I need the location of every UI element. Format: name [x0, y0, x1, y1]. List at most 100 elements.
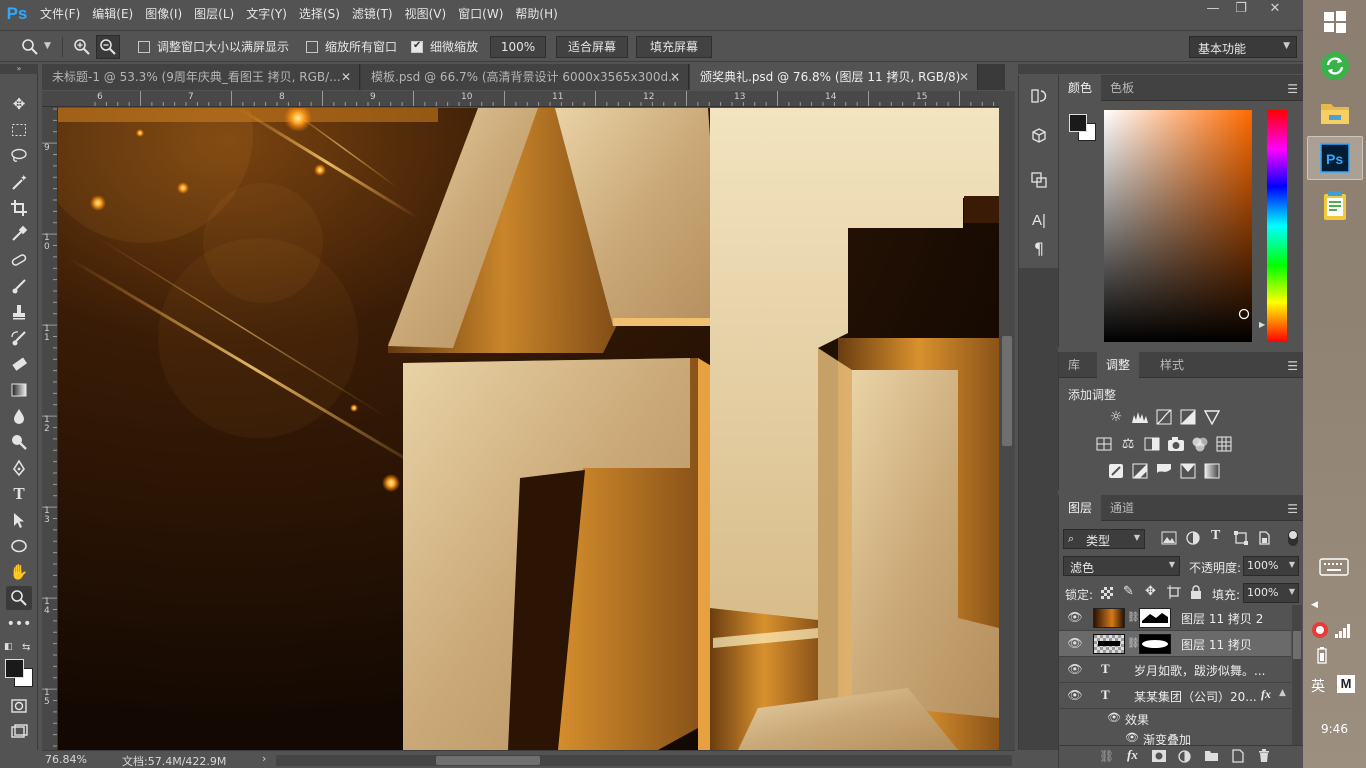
quick-mask-icon[interactable] — [6, 694, 32, 718]
menu-filter[interactable]: 滤镜(T) — [346, 0, 399, 28]
eraser-icon[interactable] — [6, 352, 32, 376]
swap-colors-icon[interactable]: ⇆ — [22, 642, 30, 653]
close-icon[interactable]: ✕ — [341, 64, 351, 90]
fill-screen-button[interactable]: 填充屏幕 — [636, 36, 712, 58]
menu-view[interactable]: 视图(V) — [399, 0, 453, 28]
doc-tab-untitled[interactable]: 未标题-1 @ 53.3% (9周年庆典_看图王 拷贝, RGB/... ✕ — [42, 64, 360, 90]
notepad-app-icon[interactable] — [1307, 184, 1363, 228]
fx-icon[interactable]: fx — [1261, 687, 1271, 702]
vibrance-icon[interactable] — [1201, 406, 1223, 428]
status-arrow-icon[interactable]: › — [262, 752, 266, 765]
stamp-icon[interactable] — [6, 300, 32, 324]
scrollbar-thumb[interactable] — [1293, 631, 1301, 659]
crop-icon[interactable] — [6, 196, 32, 220]
filter-type-icon[interactable]: T — [1211, 528, 1220, 544]
zoom-level[interactable]: 76.84% — [45, 753, 87, 766]
menu-edit[interactable]: 编辑(E) — [86, 0, 139, 28]
tab-adjustments[interactable]: 调整 — [1097, 352, 1140, 378]
marquee-icon[interactable] — [6, 118, 32, 142]
link-layers-icon[interactable]: ⛓ — [1099, 749, 1114, 763]
menu-image[interactable]: 图像(I) — [139, 0, 188, 28]
effects-row[interactable]: 👁 效果 — [1059, 709, 1291, 729]
resize-windows-checkbox[interactable] — [138, 39, 150, 53]
paragraph-panel-icon[interactable]: ¶ — [1027, 236, 1051, 260]
magic-wand-icon[interactable]: ✦ — [6, 170, 32, 194]
effects-eye-icon[interactable]: 👁 — [1107, 711, 1121, 724]
panel-menu-icon[interactable]: ☰ — [1287, 359, 1298, 373]
blend-mode-select[interactable]: 滤色 ▼ — [1063, 556, 1180, 576]
blur-icon[interactable] — [6, 404, 32, 428]
invert-icon[interactable] — [1105, 460, 1127, 482]
ime-language[interactable]: 英 — [1311, 676, 1325, 696]
tab-color[interactable]: 颜色 — [1059, 75, 1102, 101]
new-group-icon[interactable] — [1204, 749, 1219, 765]
close-icon[interactable]: ✕ — [670, 64, 680, 90]
tab-libraries[interactable]: 库 — [1059, 352, 1089, 378]
curves-icon[interactable] — [1153, 406, 1175, 428]
lock-all-icon[interactable] — [1190, 585, 1202, 602]
move-icon[interactable]: ✥ — [6, 92, 32, 116]
healing-icon[interactable] — [6, 248, 32, 272]
panel-collapse-bar[interactable] — [1018, 64, 1058, 74]
menu-type[interactable]: 文字(Y) — [240, 0, 293, 28]
filter-toggle[interactable] — [1288, 530, 1298, 546]
layers-scrollbar[interactable] — [1292, 605, 1302, 745]
collapse-icon[interactable]: » — [0, 64, 38, 74]
checkbox-box[interactable] — [138, 40, 150, 53]
zoom-in-icon[interactable] — [70, 35, 94, 59]
canvas-horizontal-scrollbar[interactable] — [276, 755, 1012, 766]
delete-layer-icon[interactable] — [1258, 749, 1270, 766]
history-brush-icon[interactable] — [6, 326, 32, 350]
effect-item-row[interactable]: 👁 渐变叠加 — [1059, 729, 1291, 745]
effect-eye-icon[interactable]: 👁 — [1125, 731, 1139, 744]
hue-saturation-icon[interactable] — [1093, 433, 1115, 455]
history-panel-icon[interactable] — [1027, 84, 1051, 108]
add-mask-icon[interactable] — [1152, 750, 1166, 765]
scrubby-zoom-checkbox[interactable] — [411, 39, 423, 53]
canvas-vertical-scrollbar[interactable] — [999, 91, 1015, 750]
3d-panel-icon[interactable] — [1027, 124, 1051, 148]
battery-icon[interactable] — [1317, 646, 1327, 667]
checkbox-box[interactable] — [306, 40, 318, 53]
hand-icon[interactable]: ✋ — [6, 560, 32, 584]
layer-mask-thumbnail[interactable] — [1139, 608, 1171, 628]
fill-input[interactable]: 100% ▼ — [1243, 583, 1299, 603]
brightness-contrast-icon[interactable]: ☼ — [1105, 406, 1127, 428]
hue-marker-icon[interactable]: ▶ — [1259, 320, 1265, 329]
zoom-out-icon[interactable] — [96, 35, 120, 59]
visibility-eye-icon[interactable]: 👁 — [1067, 688, 1083, 704]
close-icon[interactable]: ✕ — [959, 64, 969, 90]
gradient-map-icon[interactable] — [1201, 460, 1223, 482]
layer-row[interactable]: 👁 T 某某集团（公司）20... fx ▲ — [1059, 683, 1291, 709]
menu-file[interactable]: 文件(F) — [34, 0, 86, 28]
threshold-icon[interactable] — [1153, 460, 1175, 482]
color-field[interactable] — [1104, 110, 1252, 342]
black-white-icon[interactable] — [1141, 433, 1163, 455]
layer-mask-thumbnail[interactable] — [1139, 634, 1171, 654]
hue-slider[interactable] — [1267, 110, 1287, 342]
channel-mixer-icon[interactable] — [1189, 433, 1211, 455]
lock-pixels-icon[interactable]: ✎ — [1123, 584, 1134, 599]
new-layer-icon[interactable] — [1231, 749, 1244, 766]
more-icon[interactable]: ••• — [6, 612, 32, 636]
doc-tab-award[interactable]: 颁奖典礼.psd @ 76.8% (图层 11 拷贝, RGB/8) ✕ — [690, 64, 978, 90]
gradient-icon[interactable] — [6, 378, 32, 402]
clock[interactable]: 9:46 — [1321, 722, 1348, 736]
layer-filter-select[interactable]: ⌕ 类型 ▼ — [1063, 529, 1145, 549]
visibility-eye-icon[interactable]: 👁 — [1067, 662, 1083, 678]
tab-channels[interactable]: 通道 — [1101, 495, 1143, 521]
keyboard-icon[interactable] — [1319, 557, 1349, 580]
layer-row[interactable]: 👁 ⛓ 图层 11 拷贝 2 — [1059, 605, 1291, 631]
dodge-icon[interactable] — [6, 430, 32, 454]
levels-icon[interactable] — [1129, 406, 1151, 428]
ellipse-icon[interactable] — [6, 534, 32, 558]
posterize-icon[interactable] — [1129, 460, 1151, 482]
visibility-eye-icon[interactable]: 👁 — [1067, 610, 1083, 626]
layer-row-selected[interactable]: 👁 ⛓ 图层 11 拷贝 — [1059, 631, 1291, 657]
start-button[interactable] — [1307, 0, 1363, 44]
menu-select[interactable]: 选择(S) — [293, 0, 346, 28]
tab-layers[interactable]: 图层 — [1059, 495, 1102, 521]
zoom-tool-preset-icon[interactable] — [18, 35, 42, 59]
fg-color-swatch[interactable] — [1069, 114, 1087, 132]
path-select-icon[interactable] — [6, 508, 32, 532]
